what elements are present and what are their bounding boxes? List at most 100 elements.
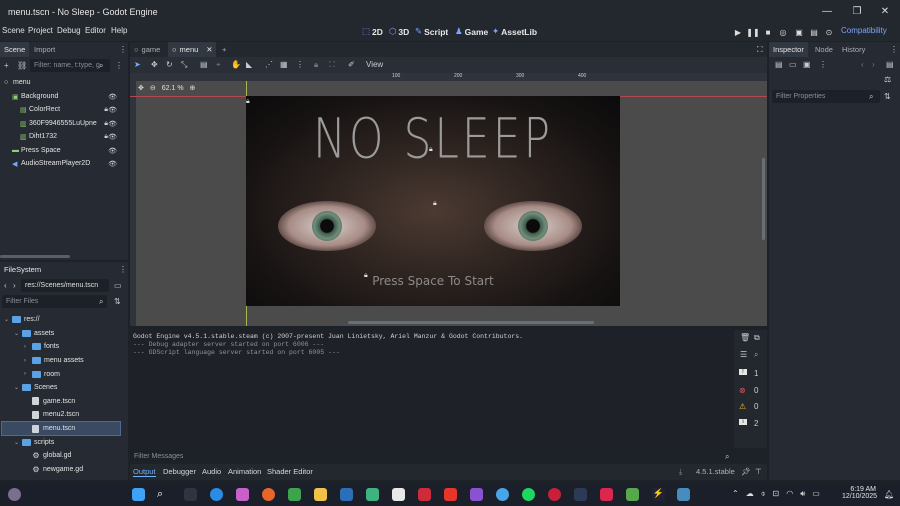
scene-node-audiostreamplayer2d[interactable]: ◀ AudioStreamPlayer2D 👁︎ [0,157,125,171]
godot-icon[interactable] [677,488,690,501]
clock[interactable]: 6:19 AM 12/10/2025 [842,486,877,500]
ruler-tool-icon[interactable]: ◣ [246,60,252,69]
mic-icon[interactable]: ⌽ [761,489,766,499]
vertical-scrollbar[interactable] [762,158,765,240]
taskbar-search-icon[interactable]: ⌕ [157,488,170,501]
fs-folder-item[interactable]: › menu assets [2,354,120,368]
expand-arrow-icon[interactable]: ⌄ [14,384,22,391]
error-icon[interactable]: ⊗ [739,386,746,395]
resource-options-icon[interactable]: ⋮ [819,60,827,69]
view-menu[interactable]: View [366,60,383,69]
link-icon[interactable]: ⛓ [17,61,27,70]
tab-menu[interactable]: ○ menu ✕ [168,42,216,57]
sort-icon[interactable]: ⇅ [114,297,121,306]
weather-icon[interactable] [8,488,21,501]
tray-chevron-icon[interactable]: ⌃ [732,489,739,499]
fs-file-item[interactable]: menu2.tscn [2,408,120,422]
inspector-settings-icon[interactable]: ⇅ [884,92,891,101]
tab-inspector[interactable]: Inspector [769,42,808,57]
scene-node-menu[interactable]: ○ menu [0,76,125,90]
maximize-button[interactable]: ❐ [842,0,872,23]
minimize-button[interactable]: — [812,0,842,23]
fs-file-item[interactable]: game.tscn [2,395,120,409]
visibility-icon[interactable]: 👁︎ [108,147,117,155]
play-scene-icon[interactable]: ▣ [792,25,806,39]
fs-path-field[interactable]: res://Scenes/menu.tscn [21,279,109,292]
steam-icon[interactable] [574,488,587,501]
tab-game[interactable]: ○ game [130,42,164,57]
movie-maker-icon[interactable]: ⊙ [822,25,836,39]
scale-tool-icon[interactable]: ⤡ [181,60,187,70]
explorer-icon[interactable] [314,488,327,501]
close-tab-icon[interactable]: ✕ [206,45,212,54]
expand-arrow-icon[interactable]: ⌄ [4,316,12,323]
expand-arrow-icon[interactable]: › [24,344,32,350]
history-forward-icon[interactable]: › [872,60,875,69]
pin-icon[interactable]: 📌︎ [741,467,751,476]
clipchamp-icon[interactable] [470,488,483,501]
output-log[interactable]: Godot Engine v4.5.1.stable.steam (c) 200… [130,330,734,448]
fs-file-item[interactable]: ⚙ global.gd [2,449,120,463]
opera-icon[interactable] [548,488,561,501]
fs-folder-item[interactable]: › room [2,367,120,381]
scene-filter-input[interactable]: Filter: name, t:type, g [30,59,110,72]
visibility-icon[interactable]: 👁︎ [108,133,117,141]
output-filter-input[interactable]: Filter Messages [130,450,734,462]
rotate-tool-icon[interactable]: ↻ [166,60,173,69]
task-view-icon[interactable] [184,488,197,501]
menu-debug[interactable]: Debug [57,26,81,35]
app-blue-icon[interactable] [496,488,509,501]
play-custom-icon[interactable]: ▤ [807,25,821,39]
tab-debugger[interactable]: Debugger [163,467,196,476]
visibility-icon[interactable]: 👁︎ [108,160,117,168]
new-resource-icon[interactable]: ▤ [775,60,783,69]
fs-folder-item[interactable]: › fonts [2,340,120,354]
fs-menu-icon[interactable]: ⋮ [119,265,127,274]
select-tool-icon[interactable]: ➤ [134,60,141,69]
lock-icon[interactable]: 🔒︎ [104,120,108,128]
pan-icon[interactable]: ✥ [138,84,144,92]
visibility-icon[interactable]: 👁︎ [108,106,117,114]
outlook-icon[interactable] [340,488,353,501]
lock-icon[interactable]: 🔒︎ [104,106,108,114]
spotify-icon[interactable] [522,488,535,501]
bone-icon[interactable]: ✐ [348,60,355,69]
expand-arrow-icon[interactable]: › [24,358,32,364]
forward-icon[interactable]: › [13,281,16,290]
tab-audio[interactable]: Audio [202,467,221,476]
music-icon[interactable] [600,488,613,501]
app-terminal-icon[interactable]: ⚡ [652,488,665,501]
collapse-icon[interactable]: ☰ [740,350,747,359]
workspace-assetlib-button[interactable]: ✦ AssetLib [492,26,537,37]
fs-filter-input[interactable]: Filter Files [2,295,107,308]
remote-debug-icon[interactable]: ◎ [776,25,790,39]
tab-node[interactable]: Node [811,42,837,57]
message-icon[interactable]: i [739,419,747,425]
app-tray-icon[interactable]: ⊡ [773,489,780,499]
menu-scene[interactable]: Scene [2,26,25,35]
app-green-icon[interactable] [626,488,639,501]
bitdefender-icon[interactable] [418,488,431,501]
browser-icon[interactable] [262,488,275,501]
property-icon[interactable]: ⚖ [884,75,891,84]
history-back-icon[interactable]: ‹ [861,60,864,69]
pan-tool-icon[interactable]: ✋ [231,60,241,69]
dock-menu-icon[interactable]: ⋮ [119,45,127,54]
fs-folder-item[interactable]: ⌄ scripts [2,435,120,449]
grid-icon[interactable]: ▦ [280,60,288,69]
expand-panel-icon[interactable]: ⊤ [755,467,762,476]
menu-editor[interactable]: Editor [85,26,106,35]
list-select-icon[interactable]: ▤ [200,60,208,69]
calendar-icon[interactable] [392,488,405,501]
open-resource-icon[interactable]: ▭ [789,60,797,69]
scene-options-icon[interactable]: ⋮ [115,61,123,70]
game-background[interactable]: NO SLEEP Press Space To Start 🔒︎ 🔒︎ 🔒︎ [246,96,620,306]
renderer-select[interactable]: Compatibility [841,26,887,35]
add-node-icon[interactable]: + [4,61,9,70]
expand-arrow-icon[interactable]: › [24,371,32,377]
notification-icon[interactable]: 🔔︎ [884,490,894,499]
zoom-level[interactable]: 62.1 % [162,85,184,92]
tab-history[interactable]: History [838,42,869,57]
scene-node-360f9946555luupne[interactable]: ▥ 360F9946555LuUpne 👁︎ 🔒︎ [0,117,125,131]
workspace-2d-button[interactable]: ⬚ 2D [362,26,383,37]
